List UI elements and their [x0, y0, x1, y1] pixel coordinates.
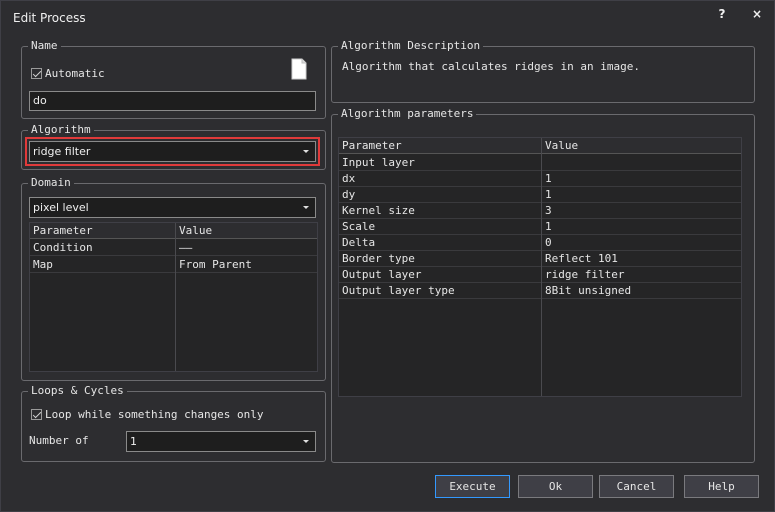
- name-input[interactable]: do: [29, 91, 316, 111]
- domain-row-value: ——: [179, 241, 193, 254]
- loop-while-changes-checkbox[interactable]: [31, 409, 42, 420]
- domain-select[interactable]: pixel level: [29, 197, 316, 218]
- parameters-header-parameter: Parameter: [342, 139, 402, 152]
- domain-header-parameter: Parameter: [33, 224, 93, 237]
- table-row[interactable]: Input layer: [339, 155, 741, 171]
- chevron-down-icon: [303, 206, 309, 209]
- param-value: [542, 155, 741, 171]
- name-legend: Name: [28, 40, 61, 52]
- domain-row-parameter: Condition: [33, 241, 93, 254]
- column-divider: [175, 223, 176, 371]
- loop-while-changes-label: Loop while something changes only: [45, 408, 264, 421]
- param-name: Delta: [342, 236, 376, 249]
- close-button[interactable]: ×: [747, 6, 767, 22]
- param-value: 0: [545, 236, 552, 249]
- algorithm-description-group: Algorithm Description Algorithm that cal…: [331, 40, 755, 103]
- chevron-down-icon: [303, 440, 309, 443]
- table-row[interactable]: Condition ——: [30, 240, 317, 256]
- param-name: Border type: [342, 252, 415, 265]
- parameters-grid-header: Parameter Value: [339, 138, 741, 154]
- table-row[interactable]: dx 1: [339, 171, 741, 187]
- param-name: dx: [342, 172, 356, 185]
- domain-row-parameter: Map: [33, 258, 53, 271]
- table-row[interactable]: Delta 0: [339, 235, 741, 251]
- automatic-checkbox[interactable]: [31, 68, 42, 79]
- param-name: Kernel size: [342, 204, 415, 217]
- param-name: Output layer: [342, 268, 422, 281]
- table-row[interactable]: Map From Parent: [30, 257, 317, 273]
- help-button[interactable]: Help: [684, 475, 759, 498]
- help-title-button[interactable]: ?: [712, 6, 732, 22]
- parameters-grid[interactable]: Parameter Value Input layer dx 1 dy 1 Ke…: [338, 137, 742, 397]
- param-value: 1: [545, 172, 552, 185]
- number-of-select[interactable]: 1: [126, 431, 316, 452]
- param-name: Output layer type: [342, 284, 455, 297]
- table-row[interactable]: Scale 1: [339, 219, 741, 235]
- domain-header-value: Value: [179, 224, 213, 237]
- loops-legend: Loops & Cycles: [28, 385, 127, 397]
- param-name: Scale: [342, 220, 376, 233]
- table-row[interactable]: dy 1: [339, 187, 741, 203]
- param-value: ridge filter: [545, 268, 625, 281]
- table-row[interactable]: Output layer type 8Bit unsigned: [339, 283, 741, 299]
- parameters-header-value: Value: [545, 139, 579, 152]
- algorithm-legend: Algorithm: [28, 124, 94, 136]
- algorithm-description-text: Algorithm that calculates ridges in an i…: [342, 60, 641, 73]
- table-row[interactable]: Border type Reflect 101: [339, 251, 741, 267]
- table-row[interactable]: Kernel size 3: [339, 203, 741, 219]
- param-value: Reflect 101: [545, 252, 618, 265]
- param-value: 1: [545, 188, 552, 201]
- param-name: Input layer: [342, 156, 415, 169]
- ok-button[interactable]: Ok: [518, 475, 593, 498]
- domain-grid[interactable]: Parameter Value Condition —— Map From Pa…: [29, 222, 318, 372]
- param-value: 1: [545, 220, 552, 233]
- parameters-legend: Algorithm parameters: [338, 108, 477, 120]
- number-of-label: Number of: [29, 434, 89, 447]
- number-of-value: 1: [130, 435, 137, 448]
- cancel-button[interactable]: Cancel: [599, 475, 674, 498]
- edit-process-dialog: Edit Process ? × Name Automatic do Algor…: [0, 0, 775, 512]
- title-bar: Edit Process ? ×: [1, 1, 774, 34]
- param-value: 8Bit unsigned: [545, 284, 632, 297]
- domain-selected-value: pixel level: [33, 201, 89, 214]
- automatic-label: Automatic: [45, 67, 105, 80]
- domain-row-value: From Parent: [179, 258, 252, 271]
- document-icon[interactable]: [291, 58, 307, 80]
- algorithm-select[interactable]: ridge filter: [25, 137, 320, 166]
- description-legend: Algorithm Description: [338, 40, 484, 52]
- param-name: dy: [342, 188, 356, 201]
- domain-grid-header: Parameter Value: [30, 223, 317, 239]
- algorithm-selected-value: ridge filter: [33, 145, 91, 158]
- param-value: 3: [545, 204, 552, 217]
- domain-legend: Domain: [28, 177, 74, 189]
- chevron-down-icon: [303, 150, 309, 153]
- window-title: Edit Process: [13, 11, 86, 25]
- table-row[interactable]: Output layer ridge filter: [339, 267, 741, 283]
- execute-button[interactable]: Execute: [435, 475, 510, 498]
- column-divider: [541, 138, 542, 396]
